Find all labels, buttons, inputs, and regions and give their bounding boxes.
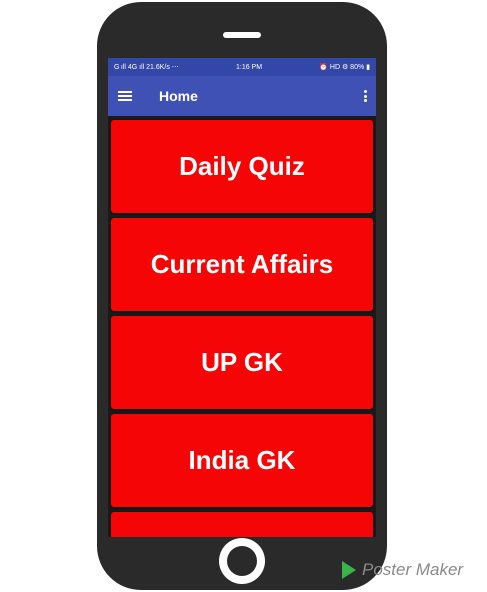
play-store-icon [342, 561, 356, 579]
menu-list: Daily Quiz Current Affairs UP GK India G… [108, 116, 376, 537]
phone-frame: G ıll 4G ıll 21.6K/s ⋯ 1:16 PM ⏰ HD ⚙ 80… [97, 2, 387, 590]
app-bar: Home [108, 76, 376, 116]
overflow-menu-icon[interactable] [364, 90, 367, 102]
menu-item-india-gk[interactable]: India GK [111, 414, 373, 507]
watermark-text: Poster Maker [362, 560, 464, 579]
watermark: Poster Maker [342, 560, 463, 580]
menu-icon[interactable] [118, 91, 132, 101]
menu-item-up-gk[interactable]: UP GK [111, 316, 373, 409]
menu-item-partial[interactable] [111, 512, 373, 537]
page-title: Home [159, 88, 198, 104]
speaker-grille [223, 32, 261, 38]
menu-item-current-affairs[interactable]: Current Affairs [111, 218, 373, 311]
status-battery: ⏰ HD ⚙ 80% ▮ [319, 64, 370, 71]
device-screen: G ıll 4G ıll 21.6K/s ⋯ 1:16 PM ⏰ HD ⚙ 80… [108, 58, 376, 537]
status-signal: G ıll 4G ıll 21.6K/s ⋯ [114, 64, 179, 71]
home-button[interactable] [219, 538, 265, 584]
menu-item-daily-quiz[interactable]: Daily Quiz [111, 120, 373, 213]
home-button-inner [227, 546, 257, 576]
status-time: 1:16 PM [235, 63, 263, 71]
status-bar: G ıll 4G ıll 21.6K/s ⋯ 1:16 PM ⏰ HD ⚙ 80… [108, 58, 376, 76]
